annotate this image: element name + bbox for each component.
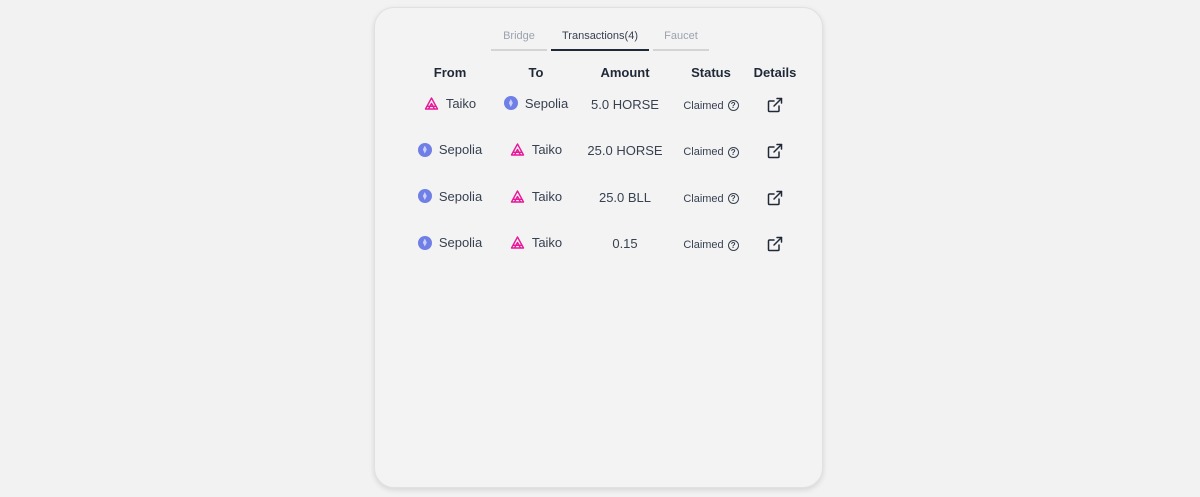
header-amount: Amount [600, 64, 650, 80]
status-label: Claimed [683, 99, 724, 112]
status-label: Claimed [683, 239, 724, 252]
amount-cell: 25.0 HORSE [587, 143, 663, 159]
tab-transactions[interactable]: Transactions(4) [551, 30, 649, 51]
help-icon[interactable]: ? [727, 146, 739, 158]
details-cell [751, 81, 799, 128]
status-label: Claimed [683, 192, 724, 205]
network-label: Sepolia [438, 142, 483, 157]
taiko-icon [510, 143, 525, 156]
status-cell: Claimed? [671, 174, 751, 221]
header-status: Status [691, 64, 731, 80]
help-icon[interactable]: ? [727, 239, 739, 251]
to-cell: Taiko [493, 221, 579, 268]
status-cell: Claimed? [671, 128, 751, 175]
network-label: Sepolia [438, 235, 483, 250]
network-label: Taiko [531, 142, 563, 158]
details-cell [751, 221, 799, 268]
taiko-icon [510, 190, 525, 203]
table-row: Sepolia Taiko 0.15 Claimed? [407, 221, 799, 268]
to-cell: Sepolia [493, 81, 579, 128]
from-cell: Sepolia [407, 128, 493, 175]
table-row: Taiko Sepolia 5.0 HORSE Claimed? [407, 81, 799, 128]
status-cell: Claimed? [671, 221, 751, 268]
tab-bar: Bridge Transactions(4) Faucet [491, 30, 709, 51]
details-cell [751, 174, 799, 221]
external-link-icon[interactable] [767, 189, 783, 205]
table-header-row: From To Amount Status Details [407, 63, 799, 81]
network-label: Taiko [531, 235, 563, 251]
network-label: Sepolia [438, 188, 483, 204]
table-row: Sepolia Taiko 25.0 BLL Claimed? [407, 174, 799, 221]
external-link-icon[interactable] [767, 142, 783, 159]
network-label: Taiko [531, 188, 563, 204]
to-cell: Taiko [493, 174, 579, 221]
amount-cell: 5.0 HORSE [591, 96, 659, 112]
from-cell: Sepolia [407, 174, 493, 221]
ethereum-icon [417, 235, 432, 250]
table-row: Sepolia Taiko 25.0 HORSE Claimed? [407, 128, 799, 175]
tab-faucet[interactable]: Faucet [653, 30, 709, 51]
header-from: From [433, 64, 467, 80]
taiko-icon [510, 236, 525, 249]
external-link-icon[interactable] [767, 235, 783, 252]
ethereum-icon [417, 142, 432, 157]
ethereum-icon [417, 189, 432, 203]
from-cell: Sepolia [407, 221, 493, 268]
external-link-icon[interactable] [767, 96, 783, 112]
table-body: Taiko Sepolia 5.0 HORSE Claimed? Sepolia… [407, 81, 799, 267]
details-cell [751, 128, 799, 175]
taiko-icon [424, 97, 439, 110]
header-details: Details [753, 64, 797, 80]
amount-cell: 25.0 BLL [598, 189, 652, 205]
header-to: To [528, 64, 544, 80]
status-label: Claimed [683, 146, 724, 159]
status-cell: Claimed? [671, 81, 751, 128]
from-cell: Taiko [407, 81, 493, 128]
amount-cell: 0.15 [612, 236, 638, 252]
transactions-card: Bridge Transactions(4) Faucet From To Am… [374, 7, 823, 488]
network-label: Sepolia [524, 95, 569, 111]
ethereum-icon [503, 96, 518, 110]
to-cell: Taiko [493, 128, 579, 175]
help-icon[interactable]: ? [727, 193, 739, 205]
transactions-table: From To Amount Status Details Taiko Sepo… [407, 63, 799, 267]
tab-bridge[interactable]: Bridge [491, 30, 547, 51]
network-label: Taiko [445, 95, 477, 111]
help-icon[interactable]: ? [727, 100, 739, 112]
